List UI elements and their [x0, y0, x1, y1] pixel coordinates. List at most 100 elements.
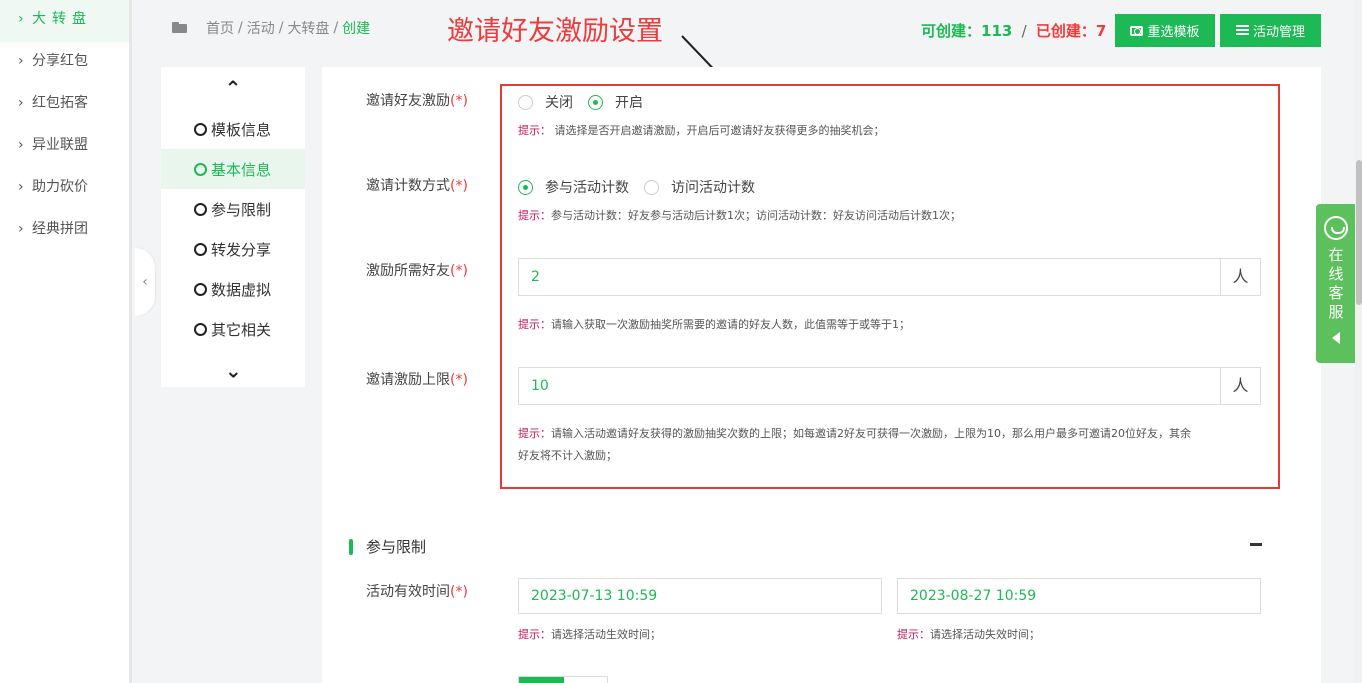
- service-char: 在: [1328, 246, 1344, 264]
- friends-needed-value[interactable]: 2: [519, 259, 1220, 295]
- service-char: 线: [1328, 265, 1344, 283]
- sidebar-collapse-button[interactable]: ‹: [135, 248, 155, 316]
- circle-icon: [194, 242, 207, 256]
- field-label-text: 邀请好友激励: [366, 93, 450, 109]
- radio-visit-count[interactable]: [644, 179, 659, 195]
- step-forward-share[interactable]: 转发分享: [161, 229, 305, 269]
- chevron-right-icon: ›: [18, 95, 24, 111]
- created-label: 已创建：: [1035, 22, 1096, 40]
- sidebar-item-label: 经典拼团: [32, 221, 88, 237]
- counts-separator: /: [1021, 22, 1027, 40]
- valid-time-label: 活动有效时间(*): [366, 581, 468, 601]
- step-label: 基本信息: [211, 160, 272, 179]
- tip-text: 请输入活动邀请好友获得的激励抽奖次数的上限；如每邀请2好友可获得一次激励，上限为…: [551, 427, 1191, 440]
- section-marker: [349, 538, 353, 555]
- chevron-right-icon: ›: [18, 221, 24, 237]
- start-time-tip: 提示：请选择活动生效时间；: [518, 624, 661, 646]
- radio-participate-count[interactable]: [518, 179, 533, 195]
- step-label: 模板信息: [211, 120, 272, 139]
- radio-off[interactable]: [518, 94, 533, 110]
- step-label: 参与限制: [211, 200, 272, 219]
- tip-text: 请选择是否开启邀请激励，开启后可邀请好友获得更多的抽奖机会；: [554, 124, 885, 137]
- count-mode-label: 邀请计数方式(*): [366, 175, 468, 195]
- tip-key: 提示：: [518, 124, 551, 137]
- activity-manage-button[interactable]: 活动管理: [1220, 14, 1321, 47]
- chevron-right-icon: ›: [18, 137, 24, 153]
- chevron-left-icon: ‹: [142, 274, 148, 290]
- end-time-tip: 提示：请选择活动失效时间；: [897, 624, 1040, 646]
- unit-addon: 人: [1220, 368, 1260, 404]
- required-mark: (*): [450, 584, 468, 600]
- invite-incentive-tip: 提示： 请选择是否开启邀请激励，开启后可邀请好友获得更多的抽奖机会；: [518, 120, 885, 142]
- annotation-title: 邀请好友激励设置: [447, 16, 663, 47]
- creatable-label: 可创建：: [921, 22, 982, 40]
- caret-left-icon: [1332, 332, 1340, 344]
- start-time-input[interactable]: 2023-07-13 10:59: [518, 578, 882, 614]
- tip-key: 提示：: [518, 427, 551, 440]
- required-mark: (*): [450, 93, 468, 109]
- radio-visit-count-label[interactable]: 访问活动计数: [671, 177, 755, 197]
- tip-text: 参与活动计数：好友参与活动后计数1次；访问活动计数：好友访问活动后计数1次；: [551, 209, 961, 222]
- step-basic-info[interactable]: 基本信息: [161, 149, 305, 189]
- sidebar: › 大转盘 › 分享红包 › 红包拓客 › 异业联盟 › 助力砍价 › 经典拼团: [0, 0, 132, 683]
- sidebar-item-label: 助力砍价: [32, 179, 88, 195]
- radio-off-label[interactable]: 关闭: [545, 92, 573, 112]
- breadcrumb-home[interactable]: 首页: [206, 18, 234, 38]
- step-nav-up-button[interactable]: ⌃: [161, 67, 305, 109]
- sidebar-item-share-redpacket[interactable]: › 分享红包: [0, 42, 129, 84]
- switch-on-segment: [519, 677, 564, 683]
- sidebar-item-alliance[interactable]: › 异业联盟: [0, 126, 129, 168]
- folder-icon: [172, 22, 188, 34]
- breadcrumb-separator: /: [333, 20, 339, 36]
- radio-participate-count-label[interactable]: 参与活动计数: [545, 177, 629, 197]
- invite-incentive-label: 邀请好友激励(*): [366, 90, 468, 110]
- reselect-template-button[interactable]: 重选模板: [1115, 14, 1215, 47]
- collapse-section-button[interactable]: [1250, 543, 1262, 546]
- radio-on-label[interactable]: 开启: [615, 92, 643, 112]
- scrollbar-thumb[interactable]: [1356, 160, 1362, 305]
- circle-icon: [194, 122, 207, 136]
- incentive-limit-value[interactable]: 10: [519, 368, 1220, 404]
- service-char: 服: [1328, 303, 1344, 321]
- end-time-input[interactable]: 2023-08-27 10:59: [897, 578, 1261, 614]
- scrollbar-track[interactable]: [1355, 0, 1362, 683]
- sidebar-item-bargain[interactable]: › 助力砍价: [0, 168, 129, 210]
- count-mode-radios: 参与活动计数 访问活动计数: [518, 177, 770, 197]
- radio-on[interactable]: [588, 94, 603, 110]
- breadcrumb-separator: /: [238, 20, 243, 36]
- field-label-text: 激励所需好友: [366, 263, 450, 279]
- sidebar-item-label: 红包拓客: [32, 95, 88, 111]
- service-char: 客: [1328, 284, 1344, 302]
- step-data-virtual[interactable]: 数据虚拟: [161, 269, 305, 309]
- step-label: 转发分享: [211, 240, 272, 259]
- circle-icon: [194, 162, 207, 176]
- sidebar-item-label: 分享红包: [32, 53, 88, 69]
- step-other[interactable]: 其它相关: [161, 309, 305, 349]
- sidebar-item-label: 异业联盟: [32, 137, 88, 153]
- sidebar-item-redpacket-acquire[interactable]: › 红包拓客: [0, 84, 129, 126]
- friends-needed-tip: 提示：请输入获取一次激励抽奖所需要的邀请的好友人数，此值需等于或等于1；: [518, 314, 910, 336]
- friends-needed-input[interactable]: 2 人: [518, 258, 1261, 296]
- chevron-up-icon: ⌃: [224, 76, 242, 100]
- chevron-right-icon: ›: [18, 179, 24, 195]
- invite-incentive-radios: 关闭 开启: [518, 92, 658, 112]
- switch-toggle[interactable]: [518, 676, 608, 683]
- field-label-text: 邀请激励上限: [366, 372, 450, 388]
- breadcrumb-activity[interactable]: 活动: [247, 18, 275, 38]
- sidebar-item-dazhuanpan[interactable]: › 大转盘: [0, 0, 129, 42]
- created-value: 7: [1095, 22, 1107, 40]
- incentive-limit-tip: 提示：请输入活动邀请好友获得的激励抽奖次数的上限；如每邀请2好友可获得一次激励，…: [518, 423, 1191, 445]
- incentive-limit-input[interactable]: 10 人: [518, 367, 1261, 405]
- chevron-right-icon: ›: [18, 11, 24, 27]
- breadcrumb-dazhuanpan[interactable]: 大转盘: [287, 18, 329, 38]
- step-participation-limit[interactable]: 参与限制: [161, 189, 305, 229]
- required-mark: (*): [450, 178, 468, 194]
- headset-icon: [1324, 216, 1348, 240]
- online-service-button[interactable]: 在 线 客 服: [1316, 204, 1356, 363]
- sidebar-item-group-buy[interactable]: › 经典拼团: [0, 210, 129, 252]
- incentive-limit-label: 邀请激励上限(*): [366, 369, 468, 389]
- reselect-template-label: 重选模板: [1147, 24, 1200, 39]
- step-nav-down-button[interactable]: ⌃: [161, 349, 305, 391]
- step-template-info[interactable]: 模板信息: [161, 109, 305, 149]
- step-label: 其它相关: [211, 320, 272, 339]
